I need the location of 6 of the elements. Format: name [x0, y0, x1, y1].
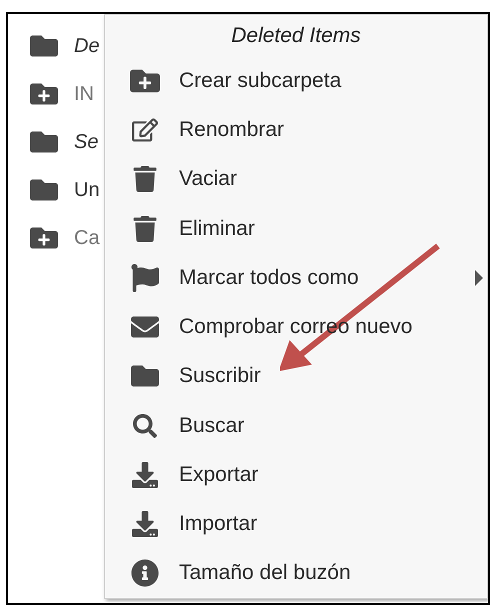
menu-title: Deleted Items — [230, 23, 362, 49]
folder-name: IN — [74, 82, 94, 106]
folder-name: Un — [74, 178, 100, 202]
folder-name: De — [74, 34, 100, 58]
folder-name: Ca — [74, 226, 100, 250]
folder-name: Se — [74, 130, 98, 154]
